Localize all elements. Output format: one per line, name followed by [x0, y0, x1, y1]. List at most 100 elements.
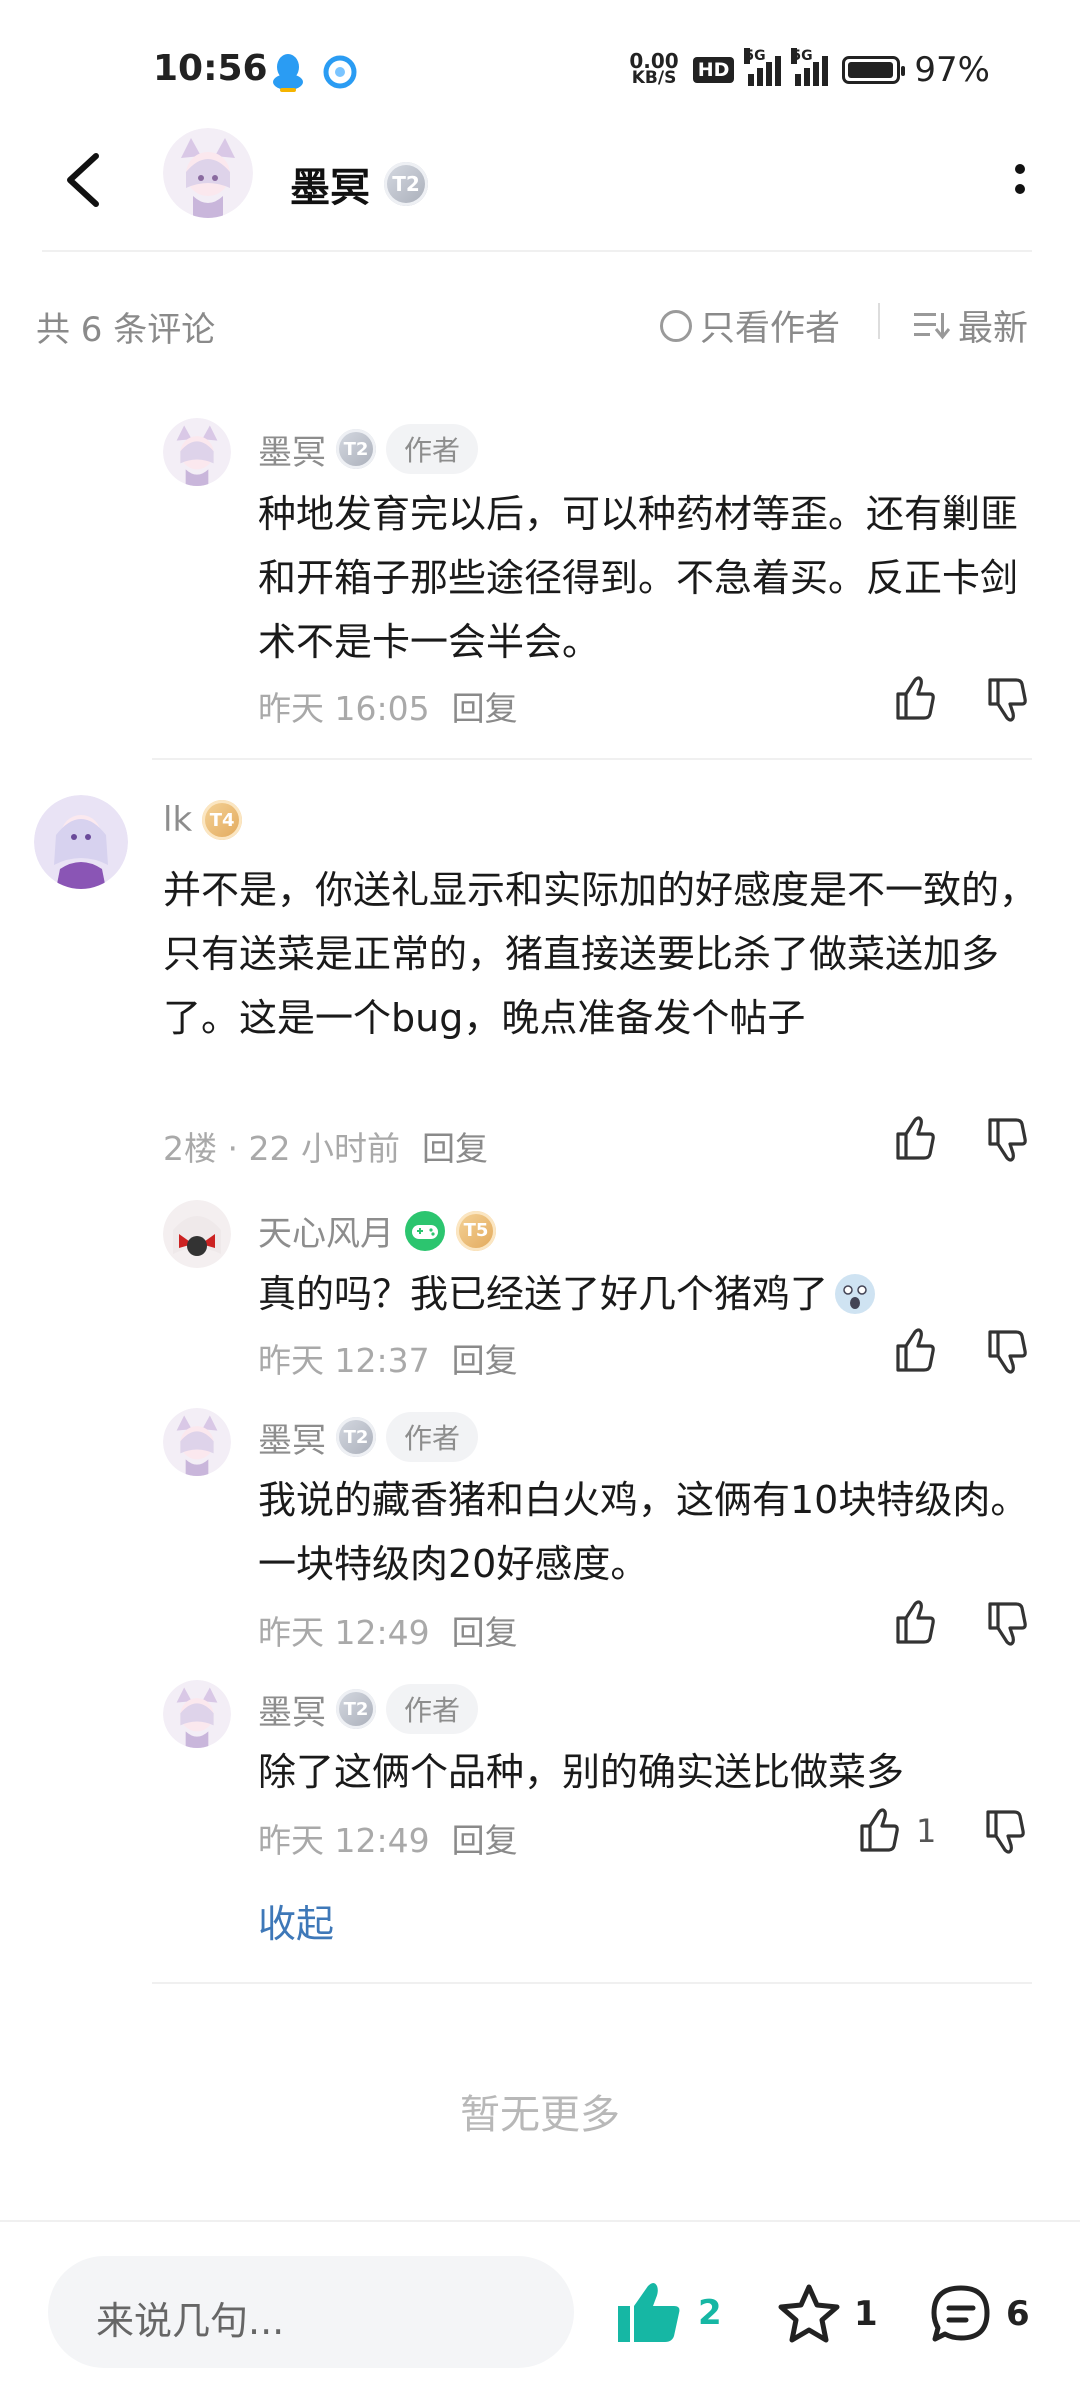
thumbs-down-icon[interactable]	[980, 1114, 1030, 1164]
vote-buttons: 1	[852, 1806, 1028, 1856]
status-bar: 10:56 0.00 KB/S HD 5G 5G 97%	[0, 0, 1080, 140]
comment-meta: 昨天 16:05 回复	[258, 682, 518, 730]
comment-meta: 昨天 12:49 回复	[258, 1606, 518, 1654]
reply-button[interactable]: 回复	[422, 1122, 488, 1170]
battery-percent: 97%	[914, 50, 990, 90]
browser-icon	[322, 54, 358, 94]
thumbs-up-icon[interactable]	[852, 1806, 902, 1856]
favorite-count: 1	[854, 2294, 878, 2334]
signal-1-label: 5G	[744, 48, 766, 64]
thumbs-up-icon[interactable]	[888, 1598, 938, 1648]
hd-badge: HD	[692, 57, 735, 83]
comment-input-placeholder: 来说几句...	[96, 2299, 285, 2343]
more-menu-button[interactable]	[1010, 155, 1030, 205]
header-divider	[42, 250, 1032, 252]
comment-content: 真的吗？我已经送了好几个猪鸡了	[258, 1272, 829, 1316]
page-title: 墨冥	[290, 165, 370, 211]
only-author-label: 只看作者	[700, 309, 841, 349]
thumbs-up-icon[interactable]	[888, 1114, 938, 1164]
comment-floor-time: 2楼 · 22 小时前	[163, 1129, 400, 1168]
comment-divider	[152, 1982, 1032, 1984]
battery-icon	[842, 56, 906, 84]
qq-icon	[270, 52, 306, 96]
avatar[interactable]	[163, 1408, 231, 1476]
collapse-replies-button[interactable]: 收起	[258, 1893, 334, 1948]
level-badge: T2	[336, 429, 376, 469]
net-speed-unit: KB/S	[631, 68, 677, 88]
like-button[interactable]: 2	[614, 2280, 722, 2346]
comment-time: 昨天 16:05	[258, 689, 430, 728]
reply-button[interactable]: 回复	[452, 1814, 518, 1862]
comment-count-bottom: 6	[1006, 2294, 1030, 2334]
author-tag: 作者	[386, 424, 479, 474]
vote-buttons	[888, 1326, 1030, 1376]
level-badge: T2	[384, 162, 428, 206]
reply-button[interactable]: 回复	[452, 682, 518, 730]
comment-divider	[152, 758, 1032, 760]
comment-content-row[interactable]: 真的吗？我已经送了好几个猪鸡了	[258, 1262, 1038, 1326]
avatar[interactable]	[163, 128, 253, 218]
comments-button[interactable]: 6	[928, 2282, 1030, 2346]
comment-meta: 昨天 12:37 回复	[258, 1334, 518, 1382]
comment-count: 共 6 条评论	[36, 310, 216, 350]
comment-meta: 昨天 12:49 回复	[258, 1814, 518, 1862]
comment-username-row: lk T4	[163, 800, 243, 840]
reply-button[interactable]: 回复	[452, 1606, 518, 1654]
comment-bubble-icon	[931, 2285, 990, 2342]
sort-button[interactable]: 最新	[912, 300, 1028, 351]
comment-input[interactable]: 来说几句...	[48, 2256, 574, 2368]
comment-meta: 2楼 · 22 小时前 回复	[163, 1122, 488, 1170]
signal-2-label: 5G	[791, 48, 813, 64]
sort-label: 最新	[958, 309, 1029, 349]
comment-content[interactable]: 我说的藏香猪和白火鸡，这俩有10块特级肉。一块特级肉20好感度。	[258, 1468, 1038, 1596]
game-controller-badge-icon	[405, 1210, 445, 1251]
avatar[interactable]	[34, 795, 128, 889]
back-button[interactable]	[58, 150, 108, 230]
comment-content[interactable]: 种地发育完以后，可以种药材等歪。还有剿匪和开箱子那些途径得到。不急着买。反正卡剑…	[258, 482, 1038, 674]
thumbs-up-icon[interactable]	[888, 1326, 938, 1376]
author-tag: 作者	[386, 1684, 479, 1734]
status-time: 10:56	[153, 48, 268, 89]
like-count: 1	[916, 1812, 937, 1850]
avatar[interactable]	[163, 418, 231, 486]
thumbs-up-filled-icon	[618, 2283, 680, 2342]
vote-buttons	[888, 674, 1030, 724]
thumbs-down-icon[interactable]	[980, 674, 1030, 724]
toolbar-separator	[878, 303, 880, 339]
level-badge: T4	[202, 800, 243, 840]
author-tag: 作者	[386, 1412, 479, 1462]
star-icon	[778, 2284, 840, 2343]
battery-level	[848, 62, 894, 78]
avatar[interactable]	[163, 1200, 231, 1268]
only-author-toggle[interactable]: 只看作者	[660, 300, 840, 351]
no-more-text: 暂无更多	[460, 2092, 620, 2138]
comment-username-row: 墨冥 T2 作者	[258, 1412, 479, 1462]
username[interactable]: 天心风月	[258, 1206, 394, 1255]
shocked-emoji-icon	[835, 1274, 876, 1314]
comment-time: 昨天 12:37	[258, 1341, 430, 1380]
comment-username-row: 墨冥 T2 作者	[258, 424, 479, 474]
reply-button[interactable]: 回复	[452, 1334, 518, 1382]
comment-content[interactable]: 并不是，你送礼显示和实际加的好感度是不一致的，只有送菜是正常的，猪直接送要比杀了…	[163, 858, 1038, 1050]
comment-time: 昨天 12:49	[258, 1613, 430, 1652]
favorite-button[interactable]: 1	[776, 2282, 878, 2346]
username[interactable]: 墨冥	[258, 1413, 326, 1462]
comment-username-row: 墨冥 T2 作者	[258, 1684, 479, 1734]
username[interactable]: 墨冥	[258, 425, 326, 474]
vote-buttons	[888, 1598, 1030, 1648]
thumbs-down-icon[interactable]	[980, 1326, 1030, 1376]
username[interactable]: 墨冥	[258, 1685, 326, 1734]
thumbs-up-icon[interactable]	[888, 674, 938, 724]
signal-icon-1: 5G	[744, 48, 782, 86]
comment-content[interactable]: 除了这俩个品种，别的确实送比做菜多	[258, 1740, 1038, 1804]
level-badge: T5	[456, 1210, 496, 1251]
radio-circle-icon	[660, 309, 692, 342]
signal-icon-2: 5G	[791, 48, 829, 86]
thumbs-down-icon[interactable]	[978, 1806, 1028, 1856]
avatar[interactable]	[163, 1680, 231, 1748]
username[interactable]: lk	[163, 800, 192, 840]
comment-time: 昨天 12:49	[258, 1821, 430, 1860]
level-badge: T2	[336, 1689, 376, 1729]
thumbs-down-icon[interactable]	[980, 1598, 1030, 1648]
comment-username-row: 天心风月 T5	[258, 1206, 496, 1255]
